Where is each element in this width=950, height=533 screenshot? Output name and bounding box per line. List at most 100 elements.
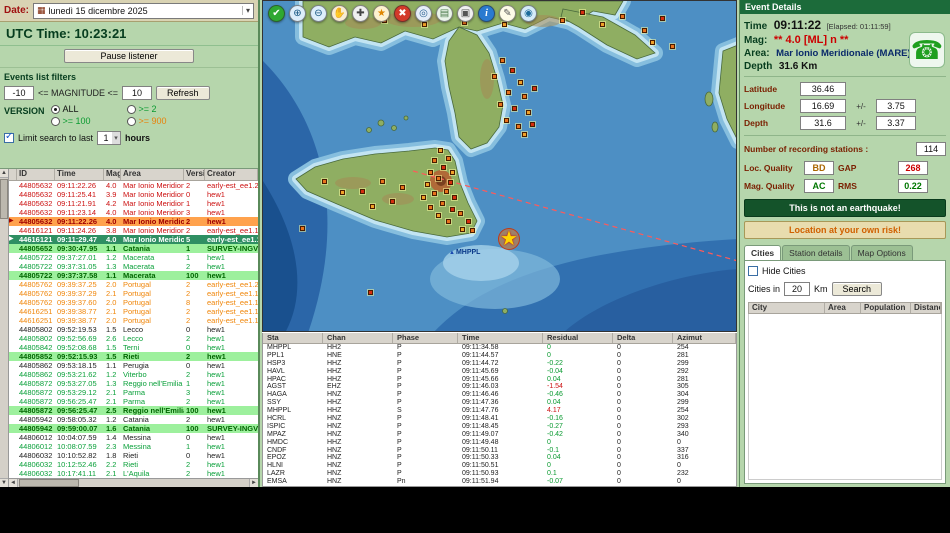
- phase-table-row[interactable]: HCRL HNZ P 09:11:48.41 -0.16 0 302: [263, 415, 736, 423]
- tab-station-details[interactable]: Station details: [782, 245, 850, 260]
- events-col-header[interactable]: Version: [184, 169, 205, 180]
- tab-cities[interactable]: Cities: [744, 245, 782, 260]
- scroll-left-icon[interactable]: ◄: [9, 479, 18, 487]
- not-earthquake-button[interactable]: This is not an earthquake!: [744, 199, 946, 217]
- events-col-header[interactable]: ID: [17, 169, 55, 180]
- events-table-row[interactable]: ▶ 44616121 09:11:29.47 4.0 Mar Ionio Meridio…: [9, 235, 258, 244]
- scroll-thumb-horizontal[interactable]: [19, 479, 79, 487]
- phase-table-row[interactable]: HAVL HHZ P 09:11:45.69 -0.04 0 292: [263, 368, 736, 376]
- station-marker[interactable]: [440, 201, 445, 206]
- phase-table-row[interactable]: HAGA HNZ P 09:11:46.46 -0.46 0 304: [263, 391, 736, 399]
- events-table-row[interactable]: 44805722 09:37:31.05 1.3 Macerata 2 hew1: [9, 262, 258, 271]
- station-marker[interactable]: [438, 148, 443, 153]
- station-marker[interactable]: [642, 28, 647, 33]
- events-table-row[interactable]: 44616121 09:11:24.26 3.8 Mar Ionio Meridion…: [9, 226, 258, 235]
- events-table-row[interactable]: 44805802 09:52:56.69 2.6 Lecco 2 hew1: [9, 334, 258, 343]
- events-table-row[interactable]: 44805802 09:52:19.53 1.5 Lecco 0 hew1: [9, 325, 258, 334]
- scroll-right-icon[interactable]: ►: [249, 479, 258, 487]
- events-table-row[interactable]: 44806012 10:04:07.59 1.4 Messina 0 hew1: [9, 433, 258, 442]
- version-option[interactable]: ALL: [50, 104, 121, 114]
- cities-col-header[interactable]: Population: [861, 303, 911, 313]
- close-icon[interactable]: ✖: [394, 5, 411, 22]
- station-marker[interactable]: [425, 182, 430, 187]
- station-marker[interactable]: [458, 211, 463, 216]
- events-table-row[interactable]: 44806032 10:17:41.11 2.1 L'Aquila 2 hew1: [9, 469, 258, 478]
- station-marker[interactable]: [660, 16, 665, 21]
- station-marker[interactable]: [368, 290, 373, 295]
- station-marker[interactable]: [400, 185, 405, 190]
- station-marker[interactable]: [466, 219, 471, 224]
- events-table-row[interactable]: 44616251 09:39:38.77 2.1 Portugal 2 early-est…: [9, 307, 258, 316]
- phone-call-icon[interactable]: ☎: [909, 32, 945, 68]
- phase-table-row[interactable]: LAZR HNZ P 09:11:50.93 0.1 0 232: [263, 470, 736, 478]
- zoom-out-icon[interactable]: ⊖: [310, 5, 327, 22]
- station-marker[interactable]: [370, 204, 375, 209]
- events-col-header[interactable]: Creator: [205, 169, 258, 180]
- station-marker[interactable]: [518, 80, 523, 85]
- events-vertical-scrollbar[interactable]: ▲ ▼: [0, 169, 9, 487]
- station-marker[interactable]: [322, 179, 327, 184]
- station-marker[interactable]: [446, 156, 451, 161]
- station-marker[interactable]: [580, 10, 585, 15]
- map[interactable]: ★ MHPPL ✔⊕⊖✋✚★✖◎▤▣i✎◉: [262, 0, 737, 332]
- station-marker[interactable]: [506, 90, 511, 95]
- station-marker[interactable]: [432, 158, 437, 163]
- phase-col-header[interactable]: Sta: [263, 333, 323, 343]
- station-marker[interactable]: [620, 14, 625, 19]
- station-marker[interactable]: [532, 86, 537, 91]
- phase-table-row[interactable]: PPL1 HNE P 09:11:44.57 0 0 281: [263, 352, 736, 360]
- events-table-row[interactable]: 44805632 09:11:22.26 4.0 Mar Ionio Meridion…: [9, 181, 258, 190]
- phase-table-row[interactable]: ISPIC HNZ P 09:11:48.45 -0.27 0 293: [263, 423, 736, 431]
- station-marker[interactable]: [530, 122, 535, 127]
- phase-table-row[interactable]: EPOZ HNZ P 09:11:50.33 0.04 0 316: [263, 454, 736, 462]
- scroll-thumb[interactable]: [0, 179, 8, 219]
- pan-hand-icon[interactable]: ✋: [331, 5, 348, 22]
- events-table-row[interactable]: 44805652 09:30:47.95 1.1 Catania 1 SURVEY-ING…: [9, 244, 258, 253]
- station-marker[interactable]: [452, 195, 457, 200]
- events-table-row[interactable]: 44805872 09:53:29.12 2.1 Parma 3 hew1: [9, 388, 258, 397]
- hide-cities-checkbox[interactable]: [748, 266, 758, 276]
- station-marker[interactable]: [470, 228, 475, 233]
- scroll-down-icon[interactable]: ▼: [0, 478, 8, 487]
- station-marker[interactable]: [670, 44, 675, 49]
- events-col-header[interactable]: Time: [55, 169, 104, 180]
- pause-listener-button[interactable]: Pause listener: [64, 49, 194, 63]
- phase-table-row[interactable]: HPAC HHZ P 09:11:45.66 0.04 0 281: [263, 376, 736, 384]
- station-marker[interactable]: [436, 213, 441, 218]
- limit-hours-input[interactable]: 1: [97, 131, 122, 145]
- phase-table-row[interactable]: MHPPL HHZ S 09:11:47.76 4.17 0 254: [263, 407, 736, 415]
- events-table-row[interactable]: ▶ 44805632 09:11:22.26 4.0 Mar Ionio Meridio…: [9, 217, 258, 226]
- scroll-up-icon[interactable]: ▲: [0, 169, 8, 178]
- phase-col-header[interactable]: Azimut: [673, 333, 736, 343]
- station-marker[interactable]: [522, 132, 527, 137]
- version-option[interactable]: >= 100: [50, 116, 121, 126]
- refresh-button[interactable]: Refresh: [156, 86, 210, 100]
- station-marker[interactable]: [526, 110, 531, 115]
- phase-col-header[interactable]: Chan: [323, 333, 393, 343]
- globe-icon[interactable]: ◉: [520, 5, 537, 22]
- station-marker[interactable]: [436, 176, 441, 181]
- station-marker[interactable]: [446, 219, 451, 224]
- station-marker[interactable]: [492, 74, 497, 79]
- station-marker[interactable]: [600, 22, 605, 27]
- station-marker[interactable]: [300, 226, 305, 231]
- locate-at-own-risk-button[interactable]: Location at your own risk!: [744, 221, 946, 239]
- longitude-value[interactable]: 16.69: [800, 99, 846, 113]
- phase-table-row[interactable]: AGST EHZ P 09:11:46.03 -1.54 0 305: [263, 383, 736, 391]
- station-marker[interactable]: [428, 205, 433, 210]
- events-table-row[interactable]: 44805762 09:39:37.25 2.0 Portugal 2 early-est…: [9, 280, 258, 289]
- validate-icon[interactable]: ✔: [268, 5, 285, 22]
- mag-min-input[interactable]: -10: [4, 86, 34, 100]
- station-marker[interactable]: [500, 58, 505, 63]
- cities-km-input[interactable]: 20: [784, 282, 811, 296]
- cities-col-header[interactable]: Area: [825, 303, 861, 313]
- move-icon[interactable]: ✚: [352, 5, 369, 22]
- event-star-marker[interactable]: ★: [495, 225, 523, 253]
- events-table-row[interactable]: 44806032 10:12:52.46 2.2 Rieti 2 hew1: [9, 460, 258, 469]
- phase-col-header[interactable]: Phase: [393, 333, 458, 343]
- latitude-value[interactable]: 36.46: [800, 82, 846, 96]
- events-horizontal-scrollbar[interactable]: ◄ ►: [9, 478, 258, 487]
- mag-max-input[interactable]: 10: [122, 86, 153, 100]
- cities-search-button[interactable]: Search: [831, 282, 883, 296]
- longitude-error[interactable]: 3.75: [876, 99, 916, 113]
